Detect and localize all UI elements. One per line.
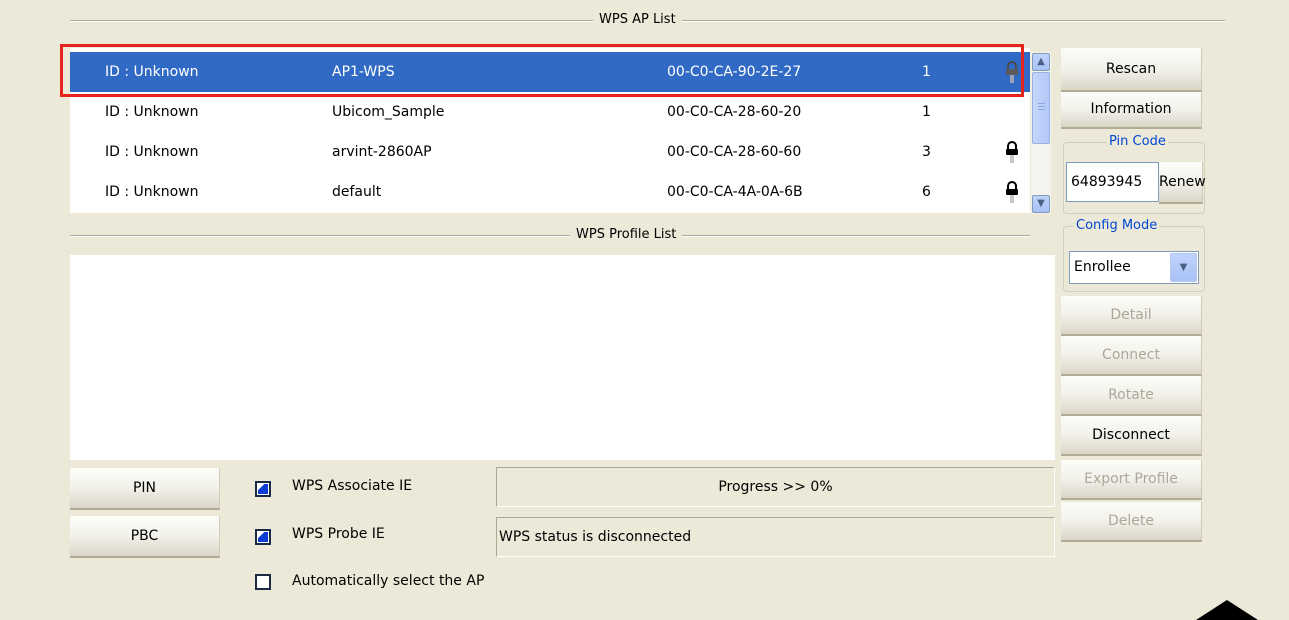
profile-list-separator: [70, 235, 1030, 237]
delete-button[interactable]: Delete: [1061, 502, 1202, 542]
ap-ssid: default: [332, 184, 382, 200]
ap-id: ID : Unknown: [105, 64, 199, 80]
ap-id: ID : Unknown: [105, 144, 199, 160]
wps-probe-ie-label: WPS Probe IE: [292, 526, 385, 542]
ap-list[interactable]: ID : Unknown AP1-WPS 00-C0-CA-90-2E-27 1…: [70, 48, 1030, 213]
ap-mac: 00-C0-CA-90-2E-27: [667, 64, 802, 80]
detail-button[interactable]: Detail: [1061, 296, 1202, 336]
ap-mac: 00-C0-CA-4A-0A-6B: [667, 184, 803, 200]
scroll-down-icon[interactable]: ▼: [1032, 195, 1050, 213]
collapse-arrow-icon[interactable]: [1196, 600, 1258, 620]
renew-button[interactable]: Renew: [1159, 162, 1206, 204]
connect-button[interactable]: Connect: [1061, 336, 1202, 376]
ap-ssid: AP1-WPS: [332, 64, 395, 80]
pbc-button[interactable]: PBC: [70, 516, 220, 558]
wps-probe-ie-checkbox[interactable]: [255, 529, 271, 545]
ap-channel: 1: [922, 104, 931, 120]
chevron-down-icon[interactable]: ▼: [1170, 253, 1197, 282]
rescan-button[interactable]: Rescan: [1061, 48, 1202, 92]
profile-list-title: WPS Profile List: [570, 227, 683, 243]
wps-associate-ie-checkbox[interactable]: [255, 481, 271, 497]
ap-mac: 00-C0-CA-28-60-60: [667, 144, 802, 160]
config-mode-select[interactable]: Enrollee ▼: [1069, 251, 1199, 284]
config-mode-value: Enrollee: [1074, 259, 1131, 275]
ap-ssid: Ubicom_Sample: [332, 104, 445, 120]
config-mode-label: Config Mode: [1074, 218, 1160, 234]
rotate-button[interactable]: Rotate: [1061, 376, 1202, 416]
profile-list[interactable]: [70, 255, 1055, 460]
information-button[interactable]: Information: [1061, 92, 1202, 129]
ap-list-title: WPS AP List: [593, 12, 682, 28]
auto-select-ap-checkbox[interactable]: [255, 574, 271, 590]
wps-associate-ie-label: WPS Associate IE: [292, 478, 413, 494]
lock-icon: [1005, 60, 1019, 84]
lock-icon: [1005, 140, 1019, 164]
ap-list-scrollbar[interactable]: ▲ ▼: [1031, 52, 1051, 214]
pin-code-field: 64893945: [1066, 162, 1159, 202]
ap-list-row[interactable]: ID : Unknown default 00-C0-CA-4A-0A-6B 6: [70, 172, 1030, 212]
scrollbar-thumb[interactable]: [1032, 72, 1050, 144]
pin-code-label: Pin Code: [1107, 134, 1168, 150]
auto-select-ap-label: Automatically select the AP: [292, 573, 485, 589]
ap-list-row[interactable]: ID : Unknown arvint-2860AP 00-C0-CA-28-6…: [70, 132, 1030, 172]
ap-channel: 6: [922, 184, 931, 200]
ap-id: ID : Unknown: [105, 104, 199, 120]
ap-id: ID : Unknown: [105, 184, 199, 200]
ap-channel: 1: [922, 64, 931, 80]
ap-list-row[interactable]: ID : Unknown Ubicom_Sample 00-C0-CA-28-6…: [70, 92, 1030, 132]
ap-list-row[interactable]: ID : Unknown AP1-WPS 00-C0-CA-90-2E-27 1: [70, 52, 1030, 92]
lock-icon: [1005, 180, 1019, 204]
pin-button[interactable]: PIN: [70, 468, 220, 510]
progress-status: Progress >> 0%: [496, 467, 1055, 507]
wps-status-message: WPS status is disconnected: [496, 517, 1055, 557]
scroll-up-icon[interactable]: ▲: [1032, 53, 1050, 71]
disconnect-button[interactable]: Disconnect: [1061, 416, 1202, 456]
export-profile-button[interactable]: Export Profile: [1061, 460, 1202, 500]
ap-channel: 3: [922, 144, 931, 160]
ap-ssid: arvint-2860AP: [332, 144, 432, 160]
ap-mac: 00-C0-CA-28-60-20: [667, 104, 802, 120]
